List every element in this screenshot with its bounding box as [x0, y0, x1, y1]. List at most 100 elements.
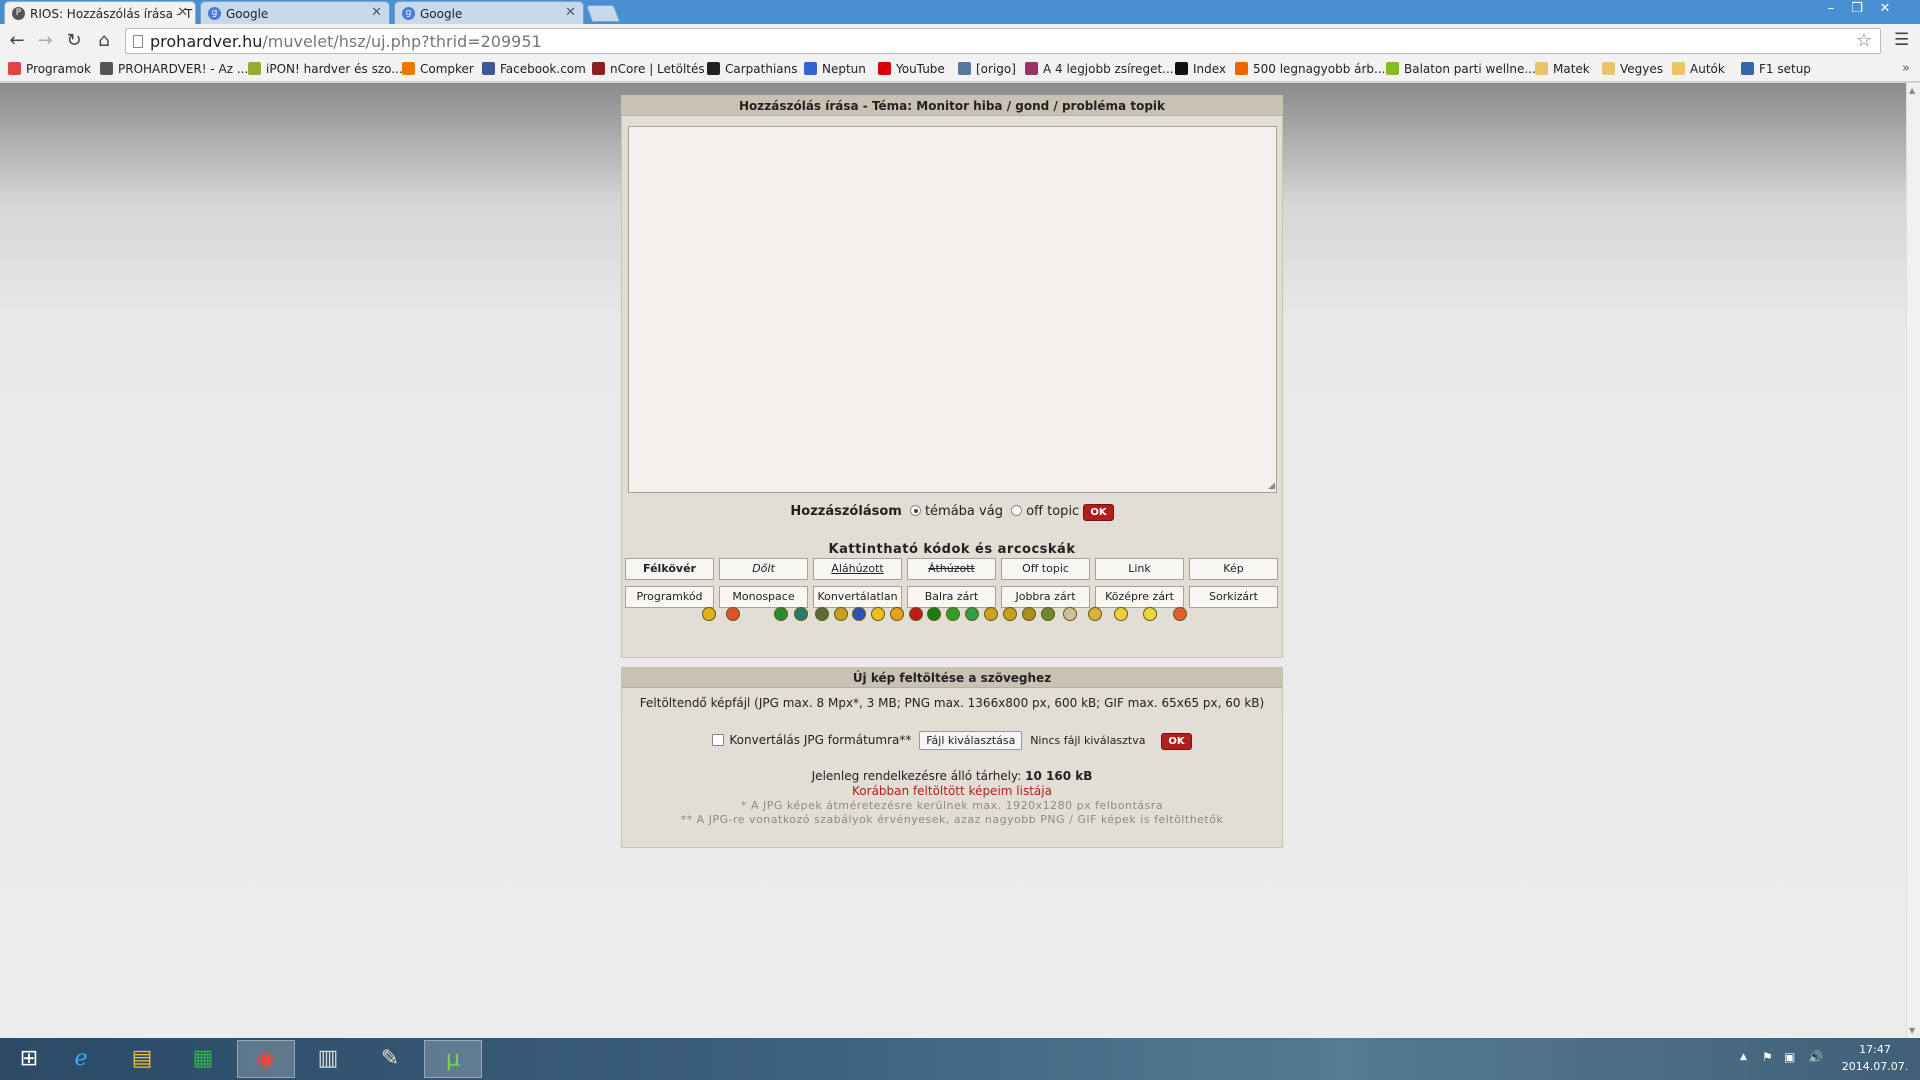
bookmark-item[interactable]: Autók	[1672, 62, 1725, 76]
format-button-1-4[interactable]: Off topic	[1001, 558, 1090, 580]
bookmark-item[interactable]: Programok	[8, 62, 91, 76]
bookmark-item[interactable]: A 4 legjobb zsíreget...	[1025, 62, 1174, 76]
tab-rios[interactable]: P RIOS: Hozzászólás írása - T ✕	[4, 1, 196, 24]
bookmark-item[interactable]: [origo]	[958, 62, 1016, 76]
format-button-1-3[interactable]: Áthúzott	[907, 558, 996, 580]
no-file-text: Nincs fájl kiválasztva	[1030, 734, 1146, 747]
smiley-icon[interactable]	[909, 607, 923, 621]
smiley-icon[interactable]	[1088, 607, 1102, 621]
minimize-icon[interactable]: –	[1818, 1, 1844, 16]
upload-ok-button[interactable]: OK	[1161, 733, 1192, 750]
smiley-icon[interactable]	[984, 607, 998, 621]
close-icon[interactable]: ✕	[565, 5, 576, 20]
bookmark-label: Autók	[1690, 62, 1725, 76]
home-icon[interactable]: ⌂	[93, 30, 115, 52]
window-close-icon[interactable]: ✕	[1872, 1, 1898, 16]
post-ok-button[interactable]: OK	[1083, 504, 1114, 521]
format-button-1-1[interactable]: Dőlt	[719, 558, 808, 580]
smiley-icon[interactable]	[774, 607, 788, 621]
bookmark-star-icon[interactable]: ☆	[1856, 30, 1872, 51]
resize-handle-icon[interactable]: ◢	[1268, 481, 1275, 491]
store-icon[interactable]: ▦	[174, 1040, 232, 1078]
smiley-icon[interactable]	[946, 607, 960, 621]
bookmark-item[interactable]: Neptun	[804, 62, 866, 76]
clock[interactable]: 17:47 2014.07.07.	[1840, 1041, 1910, 1075]
smiley-icon[interactable]	[726, 607, 740, 621]
internet-explorer-icon[interactable]: ℯ	[52, 1040, 110, 1078]
scroll-down-icon[interactable]: ▼	[1909, 1026, 1915, 1035]
smiley-icon[interactable]	[852, 607, 866, 621]
close-icon[interactable]: ✕	[371, 5, 382, 20]
calculator-icon[interactable]: ▥	[299, 1040, 357, 1078]
forward-icon[interactable]: →	[34, 30, 56, 52]
bookmark-icon	[1386, 62, 1399, 75]
clock-date: 2014.07.07.	[1841, 1060, 1909, 1073]
close-icon[interactable]: ✕	[177, 5, 188, 20]
previous-images-link[interactable]: Korábban feltöltött képeim listája	[622, 784, 1282, 798]
bookmark-item[interactable]: Index	[1175, 62, 1226, 76]
smiley-icon[interactable]	[1143, 607, 1157, 621]
bookmark-item[interactable]: YouTube	[878, 62, 945, 76]
choose-file-button[interactable]: Fájl kiválasztása	[919, 731, 1023, 750]
chrome-icon[interactable]: ◉	[237, 1040, 295, 1078]
bookmark-icon	[1741, 62, 1754, 75]
smiley-icon[interactable]	[927, 607, 941, 621]
flag-icon[interactable]: ⚑	[1762, 1050, 1773, 1064]
bookmark-item[interactable]: Compker	[402, 62, 474, 76]
smiley-icon[interactable]	[702, 607, 716, 621]
more-bookmarks-icon[interactable]: »	[1902, 61, 1910, 76]
restore-icon[interactable]: ❐	[1844, 1, 1870, 16]
smiley-icon[interactable]	[1114, 607, 1128, 621]
bookmark-item[interactable]: 500 legnagyobb árb...	[1235, 62, 1385, 76]
tab-google-2[interactable]: g Google ✕	[394, 1, 584, 24]
smiley-icon[interactable]	[890, 607, 904, 621]
bookmark-item[interactable]: iPON! hardver és szo...	[248, 62, 403, 76]
tray-arrow-icon[interactable]: ▲	[1740, 1052, 1747, 1062]
smiley-icon[interactable]	[794, 607, 808, 621]
bookmark-item[interactable]: Balaton parti wellne...	[1386, 62, 1536, 76]
smiley-icon[interactable]	[965, 607, 979, 621]
upload-header: Új kép feltöltése a szöveghez	[622, 668, 1282, 688]
apps-grid-icon	[8, 62, 21, 75]
utorrent-icon[interactable]: µ	[424, 1040, 482, 1078]
format-button-1-5[interactable]: Link	[1095, 558, 1184, 580]
start-icon[interactable]: ⊞	[0, 1040, 58, 1078]
volume-icon[interactable]: 🔊	[1808, 1050, 1823, 1064]
bookmark-icon	[1235, 62, 1248, 75]
address-bar[interactable]: prohardver.hu/muvelet/hsz/uj.php?thrid=2…	[125, 28, 1881, 54]
file-explorer-icon[interactable]: ▤	[113, 1040, 171, 1078]
bookmark-item[interactable]: nCore | Letöltés	[592, 62, 705, 76]
bookmark-item[interactable]: Carpathians	[707, 62, 798, 76]
format-button-1-6[interactable]: Kép	[1189, 558, 1278, 580]
smiley-icon[interactable]	[834, 607, 848, 621]
bookmark-item[interactable]: Vegyes	[1602, 62, 1663, 76]
smiley-icon[interactable]	[1173, 607, 1187, 621]
page-scrollbar[interactable]: ▲ ▼	[1906, 83, 1920, 1038]
post-textarea[interactable]: ◢	[628, 126, 1277, 493]
smiley-icon[interactable]	[1022, 607, 1036, 621]
new-tab-button[interactable]	[585, 5, 621, 22]
paint-icon[interactable]: ✎	[361, 1040, 419, 1078]
reload-icon[interactable]: ↻	[63, 30, 85, 52]
tab-google-1[interactable]: g Google ✕	[200, 1, 390, 24]
prohardver-icon: P	[12, 7, 25, 20]
chrome-menu-icon[interactable]: ☰	[1894, 30, 1909, 50]
network-icon[interactable]: ▣	[1784, 1050, 1795, 1064]
bookmark-item[interactable]: PROHARDVER! - Az ...	[100, 62, 248, 76]
convert-jpg-checkbox[interactable]	[712, 734, 725, 746]
scroll-up-icon[interactable]: ▲	[1909, 86, 1915, 95]
off-topic-radio[interactable]	[1011, 505, 1023, 516]
smiley-icon[interactable]	[1041, 607, 1055, 621]
smiley-icon[interactable]	[1003, 607, 1017, 621]
bookmark-item[interactable]: Facebook.com	[482, 62, 586, 76]
back-icon[interactable]: ←	[6, 30, 28, 52]
bookmark-item[interactable]: Matek	[1535, 62, 1590, 76]
bookmark-item[interactable]: F1 setup	[1741, 62, 1811, 76]
smiley-icon[interactable]	[871, 607, 885, 621]
smiley-icon[interactable]	[815, 607, 829, 621]
convert-jpg-label: Konvertálás JPG formátumra**	[729, 733, 912, 747]
smiley-icon[interactable]	[1063, 607, 1077, 621]
format-button-1-0[interactable]: Félkövér	[625, 558, 714, 580]
format-button-1-2[interactable]: Aláhúzott	[813, 558, 902, 580]
on-topic-radio[interactable]	[909, 505, 921, 516]
